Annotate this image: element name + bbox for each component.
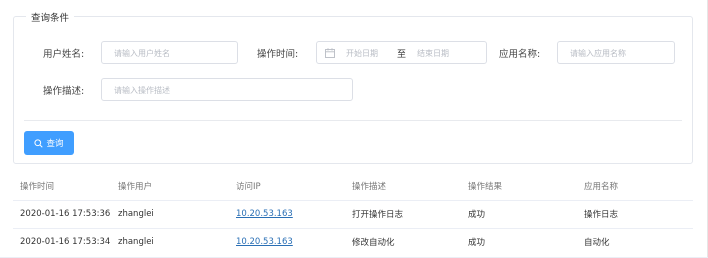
ip-link[interactable]: 10.20.53.163 [236, 237, 293, 247]
col-header-op-time[interactable]: 操作时间 [13, 172, 111, 201]
app-name-placeholder: 请输入应用名称 [570, 49, 626, 58]
cell-app-name: 自动化 [584, 238, 610, 249]
date-range-separator: 至 [397, 50, 407, 60]
op-time-range-picker[interactable]: 开始日期 至 结束日期 [316, 41, 487, 64]
cell-op-time: 2020-01-16 17:53:34 [20, 237, 111, 248]
search-icon [34, 138, 44, 148]
user-name-placeholder: 请输入用户姓名 [114, 49, 170, 58]
cell-app-name: 操作日志 [577, 200, 693, 229]
user-name-label: 用户姓名: [43, 49, 85, 60]
app-name-input[interactable]: 请输入应用名称 [557, 41, 675, 64]
table-row[interactable]: 2020-01-16 17:53:34 zhanglei 10.20.53.16… [13, 228, 693, 256]
cell-ip: 10.20.53.163 [229, 200, 345, 229]
ip-link[interactable]: 10.20.53.163 [236, 209, 293, 219]
cell-op-desc: 打开操作日志 [345, 200, 461, 229]
cell-op-result: 成功 [468, 238, 486, 249]
end-date-placeholder[interactable]: 结束日期 [417, 48, 449, 59]
cell-op-desc: 修改自动化 [352, 238, 395, 249]
calendar-icon [325, 48, 335, 58]
search-button[interactable]: 查询 [24, 131, 74, 155]
user-name-input[interactable]: 请输入用户姓名 [101, 41, 238, 64]
col-header-op-user[interactable]: 操作用户 [111, 172, 229, 201]
filter-divider [24, 120, 682, 121]
cell-op-time: 2020-01-16 17:53:36 [13, 200, 111, 229]
op-desc-input[interactable]: 请输入操作描述 [101, 78, 353, 101]
op-desc-label: 操作描述: [43, 86, 85, 97]
cell-op-user: zhanglei [111, 200, 229, 229]
cell-ip: 10.20.53.163 [229, 228, 345, 256]
col-header-op-desc[interactable]: 操作描述 [345, 172, 461, 201]
op-desc-placeholder: 请输入操作描述 [114, 86, 170, 95]
search-button-label: 查询 [46, 139, 64, 149]
cell-op-user: zhanglei [118, 237, 154, 248]
table-row[interactable]: 2020-01-16 17:53:36 zhanglei 10.20.53.16… [13, 200, 693, 229]
start-date-placeholder[interactable]: 开始日期 [346, 48, 378, 59]
table-header-row: 操作时间 操作用户 访问IP 操作描述 操作结果 应用名称 [13, 172, 693, 201]
col-header-ip[interactable]: 访问IP [229, 172, 345, 201]
filter-legend: 查询条件 [26, 10, 75, 24]
log-table: 操作时间 操作用户 访问IP 操作描述 操作结果 应用名称 2020-01-16… [13, 172, 693, 256]
app-name-label: 应用名称: [499, 49, 541, 60]
col-header-op-result[interactable]: 操作结果 [461, 172, 577, 201]
col-header-app-name[interactable]: 应用名称 [577, 172, 693, 201]
cell-op-result: 成功 [461, 200, 577, 229]
op-time-label: 操作时间: [257, 49, 299, 60]
